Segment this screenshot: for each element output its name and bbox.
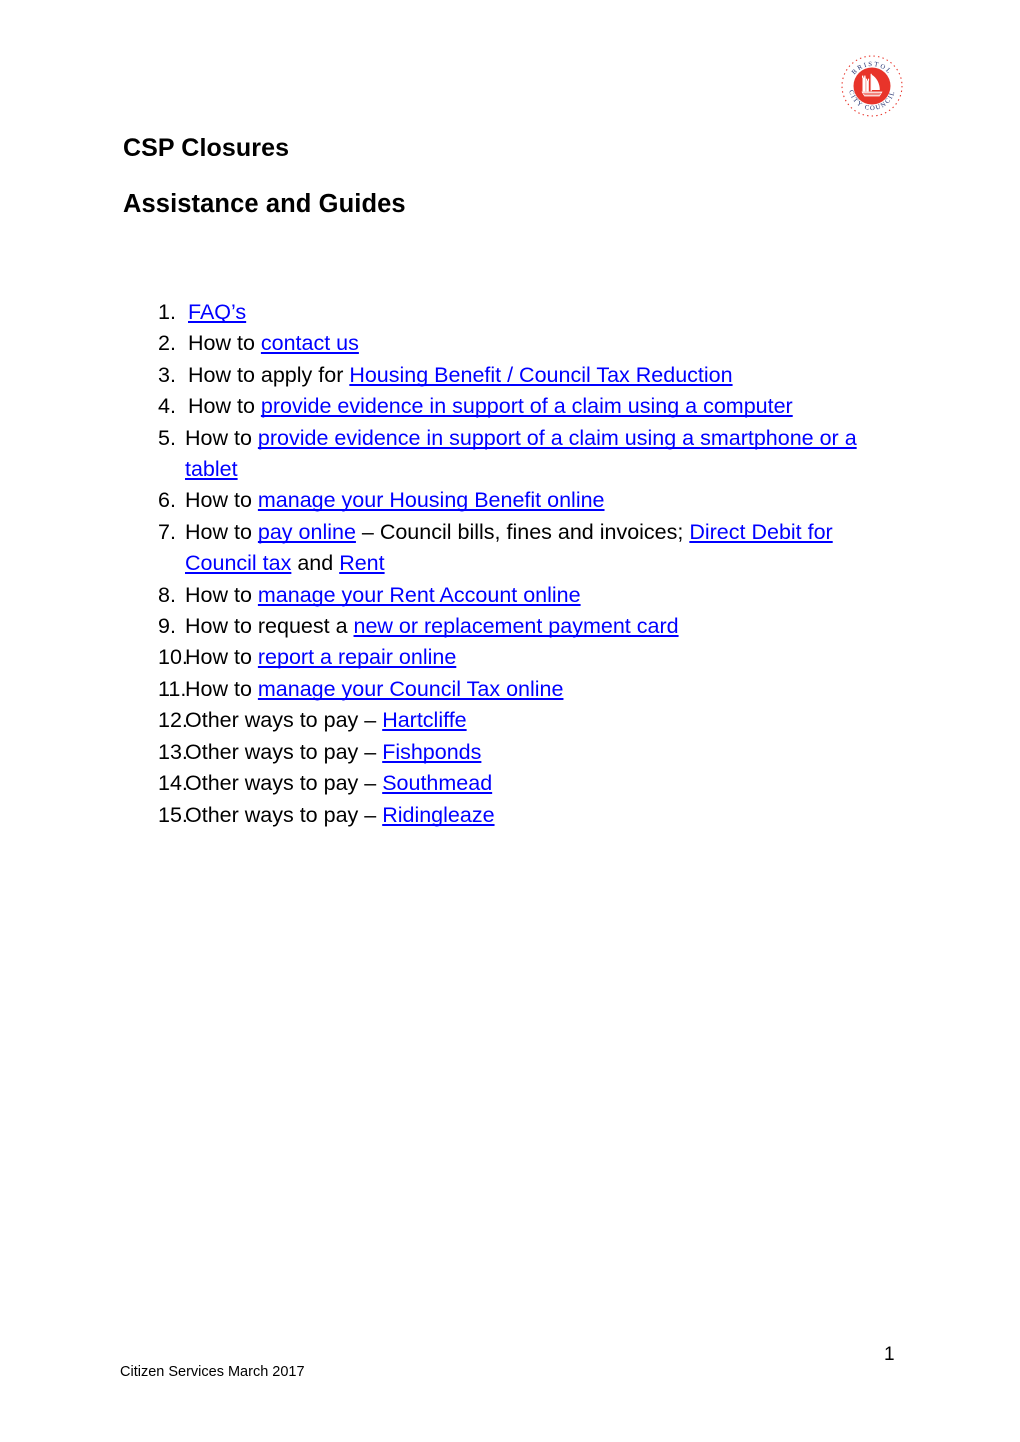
list-item-number: 1. — [158, 300, 176, 324]
list-item-text: How to request a — [185, 614, 354, 639]
list-item-text: and — [291, 551, 340, 576]
page-title: CSP Closures — [123, 134, 290, 162]
list-item-number: 6. — [158, 488, 176, 513]
list-item-body: Other ways to pay – Ridingleaze — [185, 800, 893, 831]
list-item-number: 15. — [158, 802, 188, 827]
list-item-number: 10. — [158, 645, 188, 670]
list-item: 3. How to apply for Housing Benefit / Cou… — [158, 360, 893, 391]
list-item-body: How to provide evidence in support of a … — [188, 391, 893, 422]
guide-link[interactable]: Hartcliffe — [382, 708, 466, 732]
list-item-text: Other ways to pay – — [185, 739, 383, 764]
list-item-number: 3. — [158, 362, 176, 387]
list-item-text: How to — [185, 582, 258, 607]
list-item: 8. How to manage your Rent Account online — [158, 580, 893, 611]
list-item-number: 8. — [158, 582, 176, 607]
list-item: 15. Other ways to pay – Ridingleaze — [158, 800, 893, 831]
list-item-body: Other ways to pay – Fishponds — [185, 737, 893, 768]
list-item: 12. Other ways to pay – Hartcliffe — [158, 705, 893, 736]
guide-link[interactable]: Housing Benefit / Council Tax Reduction — [349, 363, 732, 387]
guide-link[interactable]: pay online — [258, 520, 356, 544]
list-item-body: How to report a repair online — [185, 642, 893, 673]
list-item-body: How to contact us — [188, 328, 893, 359]
footer-note: Citizen Services March 2017 — [120, 1364, 305, 1380]
document-heading-block: CSP Closures Assistance and Guides — [123, 133, 903, 220]
list-item-text: – Council bills, fines and invoices; — [355, 519, 690, 544]
guide-link[interactable]: provide evidence in support of a claim u… — [261, 394, 793, 418]
list-item-number: 5. — [158, 425, 176, 450]
list-item-body: How to provide evidence in support of a … — [185, 423, 893, 486]
list-item: 2. How to contact us — [158, 328, 893, 359]
guide-link[interactable]: new or replacement payment card — [354, 614, 679, 638]
list-item: 7. How to pay online – Council bills, fin… — [158, 517, 893, 580]
page-number: 1 — [884, 1344, 895, 1365]
list-item: 5. How to provide evidence in support of … — [158, 423, 893, 486]
guide-link[interactable]: manage your Rent Account online — [258, 583, 581, 607]
list-item-number: 14. — [158, 771, 188, 796]
guide-index-list: 1. FAQ’s 2. How to contact us 3. How to apply… — [158, 297, 893, 831]
bristol-city-council-logo: BRISTOL CITY COUNCIL — [838, 52, 906, 120]
logo-hull — [861, 91, 883, 97]
list-item-number: 4. — [158, 394, 176, 419]
list-item-body: Other ways to pay – Southmead — [185, 768, 893, 799]
guide-link[interactable]: provide evidence in support of a claim u… — [185, 426, 857, 481]
list-item-body: Other ways to pay – Hartcliffe — [185, 705, 893, 736]
guide-link[interactable]: Southmead — [382, 771, 492, 795]
guide-link[interactable]: contact us — [261, 331, 359, 355]
list-item-body: How to request a new or replacement paym… — [185, 611, 893, 642]
list-item-text: How to — [185, 676, 258, 701]
list-item-text: Other ways to pay – — [185, 771, 383, 796]
list-item-body: How to pay online – Council bills, fines… — [185, 517, 893, 580]
list-item: 1. FAQ’s — [158, 297, 893, 328]
guide-link[interactable]: FAQ’s — [188, 300, 246, 324]
list-item-text: How to — [188, 394, 261, 419]
list-item-number: 11. — [158, 676, 187, 701]
list-item-body: How to manage your Council Tax online — [185, 674, 893, 705]
list-item-body: FAQ’s — [188, 297, 893, 328]
list-item-body: How to manage your Housing Benefit onlin… — [185, 485, 893, 516]
list-item-body: How to manage your Rent Account online — [185, 580, 893, 611]
guide-link[interactable]: manage your Council Tax online — [258, 677, 564, 701]
list-item-text: How to — [185, 645, 258, 670]
guide-link[interactable]: Rent — [339, 551, 384, 575]
guide-link[interactable]: report a repair online — [258, 645, 456, 669]
list-item-number: 13. — [158, 739, 188, 764]
list-item-text: Other ways to pay – — [185, 708, 383, 733]
list-item: 13. Other ways to pay – Fishponds — [158, 737, 893, 768]
list-item-text: How to — [185, 519, 258, 544]
list-item-text: Other ways to pay – — [185, 802, 383, 827]
list-item: 9. How to request a new or replacement pa… — [158, 611, 893, 642]
guide-link[interactable]: Ridingleaze — [382, 803, 494, 827]
list-item: 14. Other ways to pay – Southmead — [158, 768, 893, 799]
page-subtitle: Assistance and Guides — [123, 190, 406, 218]
list-item-text: How to — [188, 331, 261, 356]
list-item-number: 12. — [158, 708, 188, 733]
list-item-text: How to — [185, 425, 258, 450]
list-item: 6. How to manage your Housing Benefit onl… — [158, 485, 893, 516]
list-item-number: 2. — [158, 331, 176, 356]
list-item-number: 9. — [158, 614, 176, 639]
list-item: 11. How to manage your Council Tax online — [158, 674, 893, 705]
list-item-body: How to apply for Housing Benefit / Counc… — [188, 360, 893, 391]
list-item-text: How to apply for — [188, 362, 350, 387]
guide-link[interactable]: Fishponds — [382, 740, 481, 764]
list-item: 10. How to report a repair online — [158, 642, 893, 673]
list-item-text: How to — [185, 488, 258, 513]
list-item-number: 7. — [158, 519, 176, 544]
guide-link[interactable]: manage your Housing Benefit online — [258, 488, 605, 512]
list-item: 4. How to provide evidence in support of … — [158, 391, 893, 422]
